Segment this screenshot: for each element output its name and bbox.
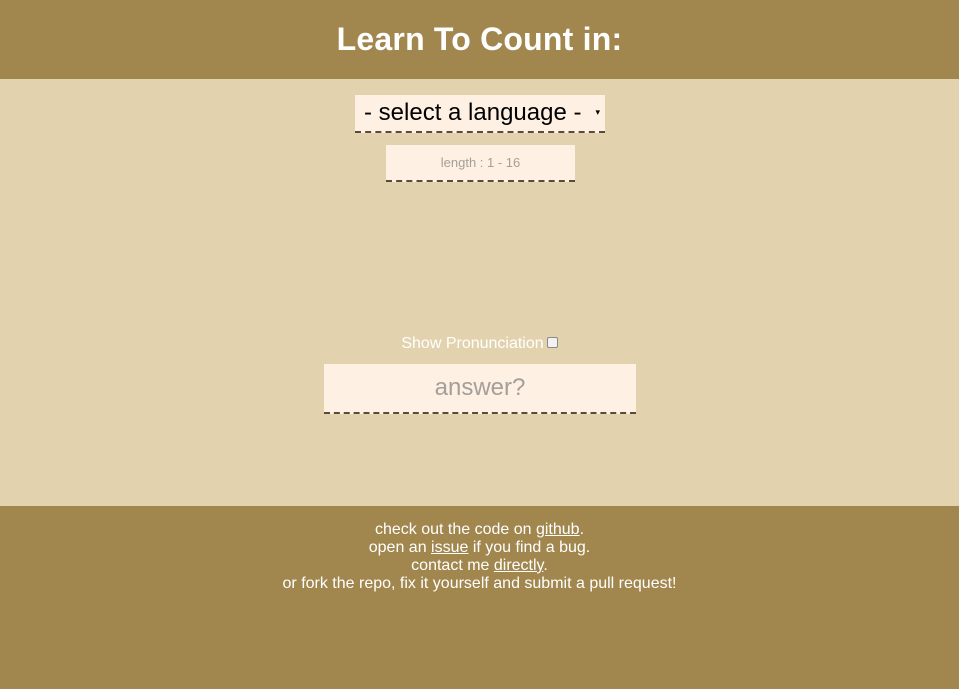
footer-text: open an [368,539,432,556]
footer-text: if you find a bug. [468,539,591,556]
page-title: Learn To Count in: [336,21,623,57]
issue-link[interactable]: issue [431,539,468,556]
footer-line-github: check out the code on github. [0,521,959,539]
footer-text: check out the code on [374,521,536,538]
pronunciation-label: Show Pronunciation [401,335,544,352]
answer-input[interactable] [324,364,636,414]
page-header: Learn To Count in: [0,0,959,79]
footer-text: or fork the repo, fix it yourself and su… [282,575,677,592]
footer-line-issue: open an issue if you find a bug. [0,539,959,557]
page-footer: check out the code on github. open an is… [0,506,959,689]
github-link[interactable]: github [536,521,580,538]
footer-text: . [579,521,585,538]
directly-link[interactable]: directly [494,557,544,574]
footer-text: contact me [411,557,494,574]
footer-line-fork: or fork the repo, fix it yourself and su… [0,575,959,593]
length-input[interactable] [386,145,575,182]
pronunciation-toggle-row: Show Pronunciation [0,334,959,354]
pronunciation-checkbox[interactable] [546,336,558,348]
language-select-value: - select a language - [364,99,582,126]
dropdown-arrow-icon: ▾ [595,108,600,118]
footer-text: . [543,557,548,574]
footer-line-contact: contact me directly. [0,557,959,575]
language-select[interactable]: - select a language - ▾ [355,95,605,133]
